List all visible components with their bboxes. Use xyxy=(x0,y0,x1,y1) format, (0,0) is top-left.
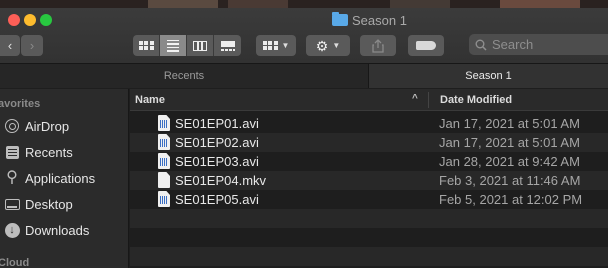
share-button[interactable] xyxy=(360,35,396,56)
empty-row xyxy=(130,228,608,247)
sidebar-item-label: Applications xyxy=(25,170,96,186)
recents-icon xyxy=(5,145,19,159)
chevron-down-icon: ▼ xyxy=(281,41,290,50)
columns-icon xyxy=(193,40,207,51)
file-name: SE01EP02.avi xyxy=(175,135,259,150)
minimize-window-button[interactable] xyxy=(24,14,36,26)
chevron-left-icon: ‹ xyxy=(7,38,13,53)
empty-row xyxy=(130,209,608,228)
video-file-icon xyxy=(158,191,170,207)
sidebar-section-icloud: Cloud xyxy=(0,257,30,268)
list-column-header: Name ^ Date Modified xyxy=(130,89,608,111)
action-button[interactable]: ⚙ ▼ xyxy=(306,35,350,56)
gear-icon: ⚙ xyxy=(315,37,329,54)
sidebar-item-applications[interactable]: ⚲ Applications xyxy=(3,167,95,189)
chevron-down-icon: ▼ xyxy=(332,41,341,50)
icon-view-button[interactable] xyxy=(133,35,160,56)
sidebar-section-favorites: avorites xyxy=(0,98,41,110)
airdrop-icon xyxy=(5,119,19,133)
document-file-icon xyxy=(158,172,170,188)
sort-ascending-icon: ^ xyxy=(412,93,418,104)
window-title: Season 1 xyxy=(332,12,407,28)
sidebar-item-airdrop[interactable]: AirDrop xyxy=(3,115,69,137)
list-view-button[interactable] xyxy=(160,35,187,56)
table-row[interactable]: SE01EP05.avi Feb 5, 2021 at 12:02 PM xyxy=(130,190,608,209)
file-date-modified: Jan 17, 2021 at 5:01 AM xyxy=(439,116,580,131)
applications-icon: ⚲ xyxy=(6,169,18,186)
empty-row xyxy=(130,247,608,266)
video-file-icon xyxy=(158,153,170,169)
chevron-right-icon: › xyxy=(29,38,35,53)
search-placeholder: Search xyxy=(492,37,534,52)
sidebar: avorites AirDrop Recents ⚲ Applications … xyxy=(0,89,129,268)
sidebar-item-downloads[interactable]: ↓ Downloads xyxy=(3,219,89,241)
tab-label: Season 1 xyxy=(465,70,512,82)
name-column-header[interactable]: Name xyxy=(135,94,165,106)
group-by-button[interactable]: ▼ xyxy=(256,35,296,56)
gallery-icon xyxy=(220,40,235,51)
tab-season-1[interactable]: Season 1 xyxy=(369,64,608,88)
grid-icon xyxy=(262,40,278,51)
sidebar-item-desktop[interactable]: Desktop xyxy=(3,193,73,215)
search-icon xyxy=(475,39,487,51)
table-row[interactable]: SE01EP02.avi Jan 17, 2021 at 5:01 AM xyxy=(130,133,608,152)
date-modified-column-header[interactable]: Date Modified xyxy=(440,94,512,106)
close-window-button[interactable] xyxy=(8,14,20,26)
table-row[interactable]: SE01EP04.mkv Feb 3, 2021 at 11:46 AM xyxy=(130,171,608,190)
sidebar-item-label: Recents xyxy=(25,144,73,160)
tab-bar: Recents Season 1 xyxy=(0,64,608,88)
list-icon xyxy=(167,39,179,52)
video-file-icon xyxy=(158,115,170,131)
sidebar-item-label: Desktop xyxy=(25,196,73,212)
file-date-modified: Feb 3, 2021 at 11:46 AM xyxy=(439,173,581,188)
folder-icon xyxy=(332,12,348,26)
forward-button[interactable]: › xyxy=(21,35,43,56)
file-name: SE01EP03.avi xyxy=(175,154,259,169)
file-name: SE01EP01.avi xyxy=(175,116,259,131)
tab-recents[interactable]: Recents xyxy=(0,64,369,88)
maximize-window-button[interactable] xyxy=(40,14,52,26)
file-name: SE01EP04.mkv xyxy=(175,173,267,188)
file-date-modified: Feb 5, 2021 at 12:02 PM xyxy=(439,192,583,207)
column-view-button[interactable] xyxy=(187,35,214,56)
file-list: Name ^ Date Modified SE01EP01.avi Jan 17… xyxy=(130,89,608,268)
tags-button[interactable] xyxy=(408,35,444,56)
sidebar-item-label: Downloads xyxy=(25,222,90,238)
table-row[interactable]: SE01EP01.avi Jan 17, 2021 at 5:01 AM xyxy=(130,114,608,133)
file-name: SE01EP05.avi xyxy=(175,192,259,207)
desktop-icon xyxy=(4,198,20,210)
file-date-modified: Jan 28, 2021 at 9:42 AM xyxy=(439,154,580,169)
file-date-modified: Jan 17, 2021 at 5:01 AM xyxy=(439,135,580,150)
column-divider[interactable] xyxy=(428,92,429,108)
grid-icon xyxy=(138,40,154,51)
tab-label: Recents xyxy=(163,70,205,82)
downloads-icon: ↓ xyxy=(4,222,20,238)
table-row[interactable]: SE01EP03.avi Jan 28, 2021 at 9:42 AM xyxy=(130,152,608,171)
window-title-text: Season 1 xyxy=(352,12,407,28)
video-file-icon xyxy=(158,134,170,150)
view-mode-segmented-control xyxy=(133,35,241,56)
share-icon xyxy=(372,38,384,53)
search-field[interactable]: Search xyxy=(469,34,608,55)
sidebar-item-label: AirDrop xyxy=(25,118,70,134)
tag-icon xyxy=(416,41,436,50)
sidebar-item-recents[interactable]: Recents xyxy=(3,141,73,163)
back-button[interactable]: ‹ xyxy=(0,35,20,56)
gallery-view-button[interactable] xyxy=(214,35,241,56)
